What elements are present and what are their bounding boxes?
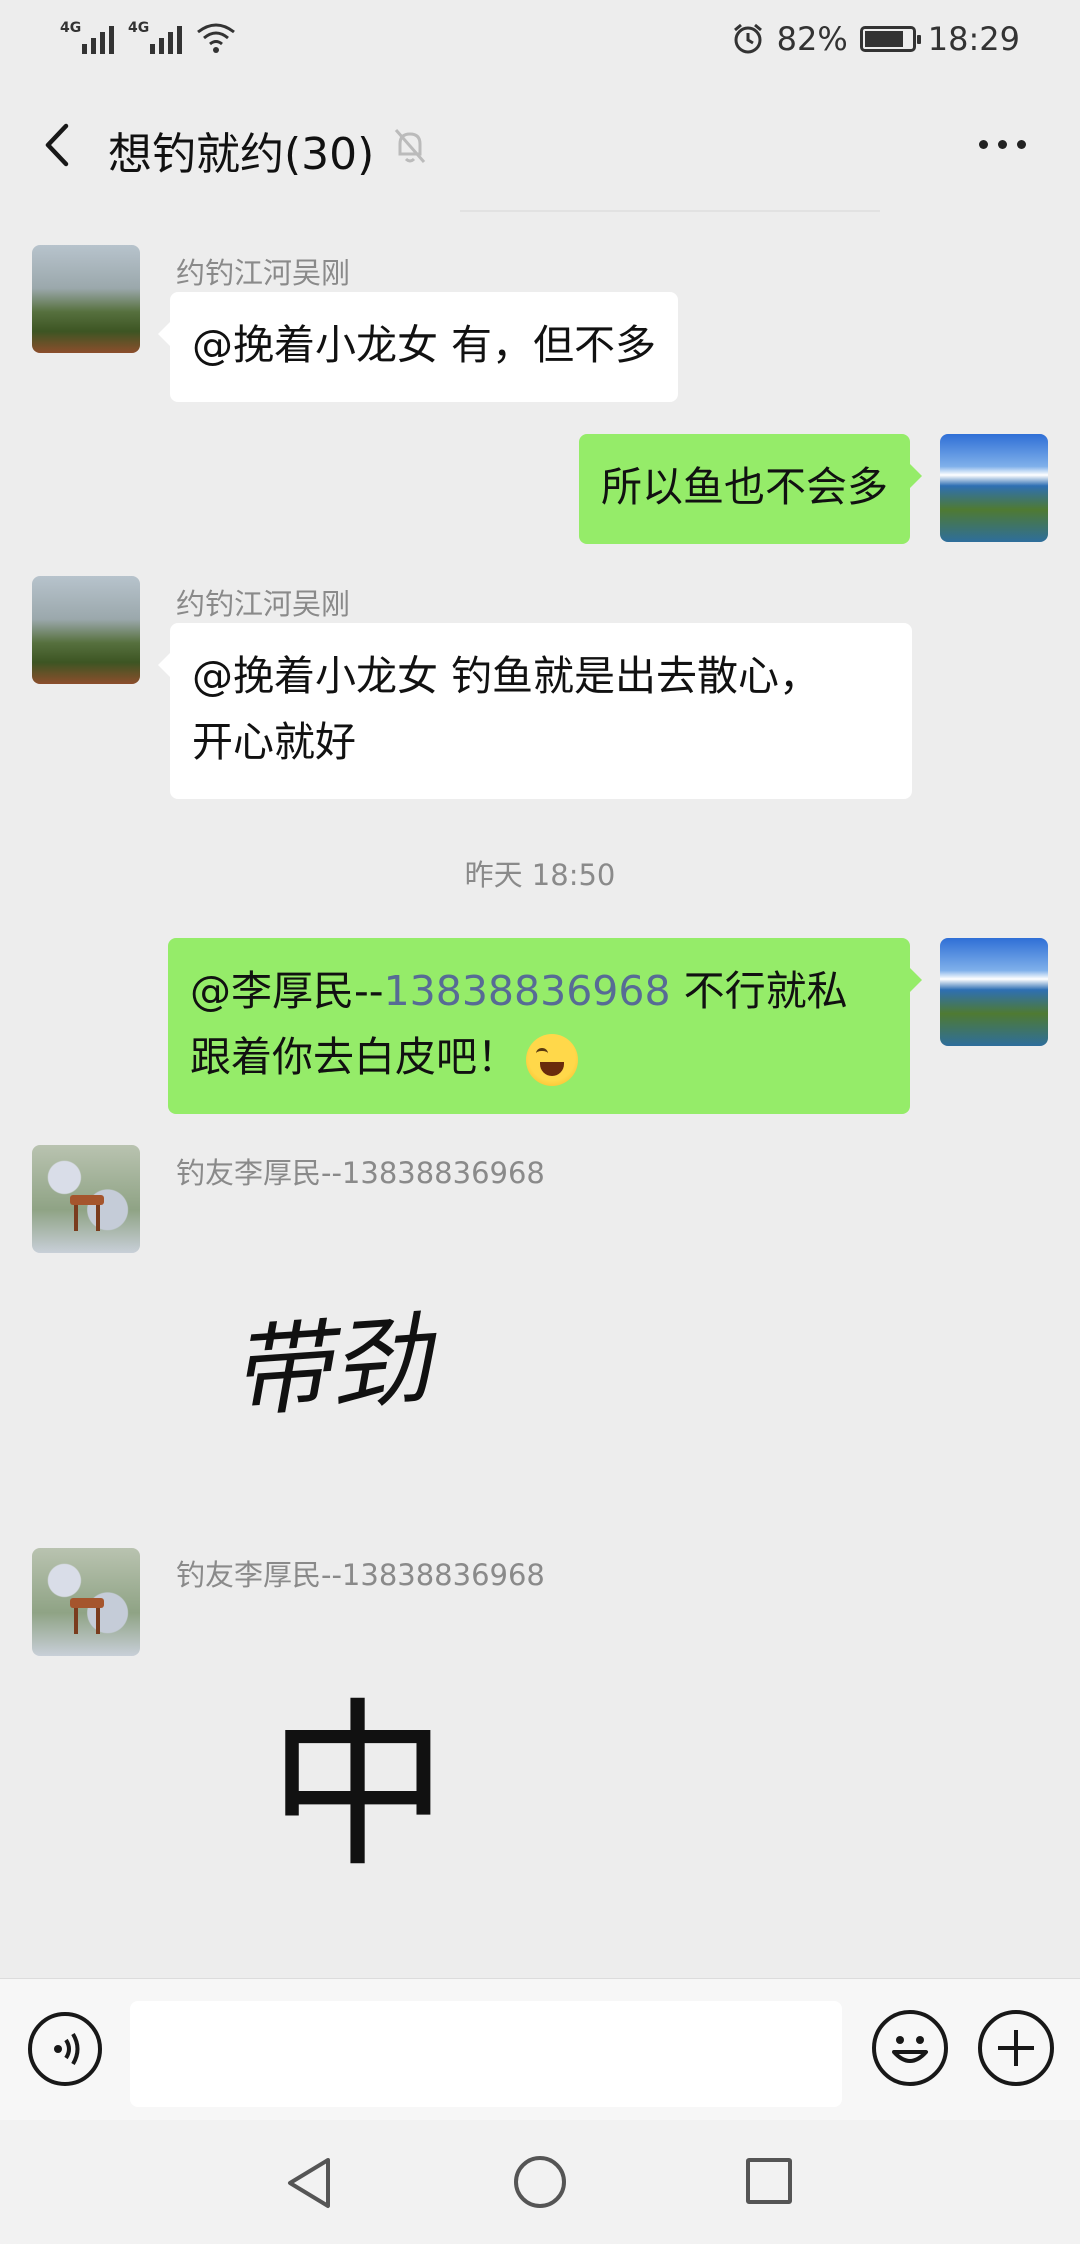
message-text-line: 开心就好 bbox=[192, 718, 356, 766]
face-with-tears-of-joy-icon bbox=[526, 1034, 578, 1086]
emoji-icon[interactable] bbox=[872, 2010, 948, 2086]
message-text-line: @李厚民--13838836968 不行就私 bbox=[190, 958, 888, 1024]
mention-prefix: @李厚民-- bbox=[190, 967, 384, 1015]
back-arrow-icon[interactable] bbox=[38, 120, 78, 170]
status-bar: 4G 4G 82% 18:29 bbox=[0, 0, 1080, 80]
sender-name: 约钓江河吴刚 bbox=[176, 587, 351, 621]
alarm-icon bbox=[733, 23, 762, 54]
sender-name: 钓友李厚民--13838836968 bbox=[176, 1156, 545, 1190]
input-bar bbox=[0, 1978, 1080, 2120]
header-divider bbox=[460, 210, 880, 212]
message-input[interactable] bbox=[130, 2001, 842, 2107]
sender-name: 约钓江河吴刚 bbox=[176, 256, 351, 290]
avatar[interactable] bbox=[32, 1145, 140, 1253]
nav-recent-apps-icon[interactable] bbox=[746, 2158, 792, 2204]
chat-title: 想钓就约(30) bbox=[108, 129, 375, 180]
chat-header: 想钓就约(30) bbox=[0, 90, 1080, 200]
avatar[interactable] bbox=[32, 576, 140, 684]
system-nav-bar bbox=[0, 2120, 1080, 2244]
message-bubble-outgoing[interactable]: 所以鱼也不会多 bbox=[579, 434, 922, 544]
sticker-handwriting[interactable]: 带劲 bbox=[225, 1278, 435, 1437]
cellular-signal-icon: 4G bbox=[60, 20, 114, 54]
nav-home-icon[interactable] bbox=[514, 2156, 566, 2208]
message-bubble-incoming[interactable]: @挽着小龙女 有，但不多 bbox=[157, 292, 679, 402]
sender-name: 钓友李厚民--13838836968 bbox=[176, 1558, 545, 1592]
message-text: 所以鱼也不会多 bbox=[601, 463, 888, 511]
voice-icon[interactable] bbox=[28, 2012, 102, 2086]
plus-icon[interactable] bbox=[978, 2010, 1054, 2086]
message-text-line: 跟着你去白皮吧！ bbox=[190, 1024, 888, 1090]
message-text-line: @挽着小龙女 钓鱼就是出去散心， bbox=[192, 652, 821, 700]
my-avatar[interactable] bbox=[940, 434, 1048, 542]
message-text: @挽着小龙女 有，但不多 bbox=[192, 321, 657, 369]
message-bubble-outgoing[interactable]: @李厚民--13838836968 不行就私 跟着你去白皮吧！ bbox=[168, 938, 922, 1114]
avatar[interactable] bbox=[32, 1548, 140, 1656]
message-text: 跟着你去白皮吧！ bbox=[190, 1033, 518, 1081]
avatar[interactable] bbox=[32, 245, 140, 353]
my-avatar[interactable] bbox=[940, 938, 1048, 1046]
nav-back-icon[interactable] bbox=[284, 2156, 334, 2210]
message-bubble-incoming[interactable]: @挽着小龙女 钓鱼就是出去散心， 开心就好 bbox=[158, 623, 912, 799]
phone-link[interactable]: 13838836968 bbox=[384, 967, 671, 1015]
battery-icon bbox=[859, 26, 921, 52]
cellular-signal-icon-2: 4G bbox=[128, 20, 182, 54]
bell-muted-icon bbox=[394, 129, 426, 163]
wifi-icon bbox=[197, 23, 235, 53]
mention-suffix: 不行就私 bbox=[670, 967, 848, 1015]
battery-percent: 82% bbox=[776, 20, 848, 58]
clock: 18:29 bbox=[927, 20, 1020, 58]
timestamp: 昨天 18:50 bbox=[464, 858, 616, 892]
sticker-handwriting[interactable]: 中 bbox=[268, 1640, 448, 1901]
more-dots-icon[interactable] bbox=[979, 140, 1026, 149]
